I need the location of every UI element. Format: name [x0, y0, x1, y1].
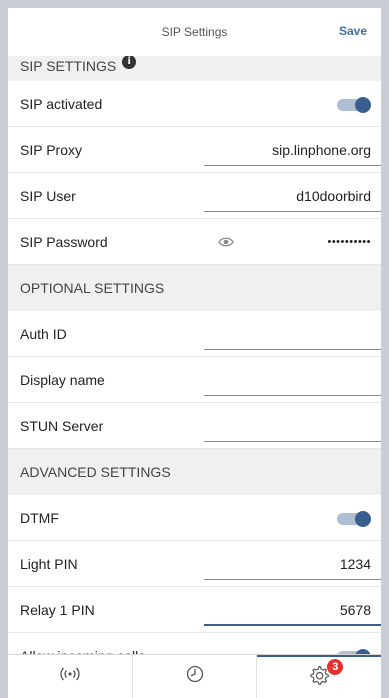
sip-proxy-input[interactable]: sip.linphone.org — [272, 142, 371, 158]
clock-icon — [185, 664, 205, 689]
page-title: SIP Settings — [161, 25, 228, 39]
row-relay-pin: Relay 1 PIN 5678 — [8, 587, 381, 633]
row-label: DTMF — [20, 509, 59, 526]
section-title: ADVANCED SETTINGS — [20, 464, 171, 480]
row-dtmf: DTMF — [8, 495, 381, 541]
dtmf-toggle[interactable] — [337, 511, 371, 527]
input-underline — [204, 395, 381, 396]
row-light-pin: Light PIN 1234 — [8, 541, 381, 587]
broadcast-icon — [59, 665, 81, 688]
row-stun-server: STUN Server — [8, 403, 381, 449]
row-label: SIP activated — [20, 95, 103, 112]
info-icon[interactable]: i — [122, 54, 137, 69]
row-sip-activated: SIP activated — [8, 81, 381, 127]
app-frame: SIP Settings Save SIP SETTINGS i SIP act… — [8, 8, 381, 698]
row-label: STUN Server — [20, 417, 104, 434]
row-label: Auth ID — [20, 325, 67, 342]
save-button[interactable]: Save — [339, 24, 367, 38]
sip-activated-toggle[interactable] — [337, 97, 371, 113]
row-label: SIP Proxy — [20, 141, 82, 158]
section-title: SIP SETTINGS — [20, 57, 117, 74]
input-underline — [204, 349, 381, 350]
row-display-name: Display name — [8, 357, 381, 403]
section-advanced-settings: ADVANCED SETTINGS — [8, 449, 381, 495]
row-label: Relay 1 PIN — [20, 601, 95, 618]
toggle-knob — [355, 97, 371, 113]
row-label: SIP Password — [20, 233, 108, 250]
row-label: Display name — [20, 371, 105, 388]
section-optional-settings: OPTIONAL SETTINGS — [8, 265, 381, 311]
row-sip-proxy: SIP Proxy sip.linphone.org — [8, 127, 381, 173]
row-sip-password: SIP Password •••••••••• — [8, 219, 381, 265]
tab-history[interactable] — [133, 655, 258, 698]
toggle-knob — [355, 511, 371, 527]
sip-user-input[interactable]: d10doorbird — [296, 188, 371, 204]
notification-badge: 3 — [327, 659, 344, 675]
eye-icon[interactable] — [218, 234, 234, 250]
row-sip-user: SIP User d10doorbird — [8, 173, 381, 219]
top-bar: SIP Settings Save — [8, 8, 381, 56]
section-title: OPTIONAL SETTINGS — [20, 280, 165, 296]
tab-live[interactable] — [8, 655, 133, 698]
input-underline — [204, 579, 381, 580]
sip-password-input[interactable]: •••••••••• — [327, 236, 371, 248]
tab-settings[interactable]: 3 — [257, 655, 381, 698]
input-underline — [204, 165, 381, 166]
input-underline — [204, 211, 381, 212]
input-underline-focused — [204, 624, 381, 626]
row-label: SIP User — [20, 187, 76, 204]
input-underline — [204, 441, 381, 442]
light-pin-input[interactable]: 1234 — [340, 556, 371, 572]
row-auth-id: Auth ID — [8, 311, 381, 357]
bottom-tab-bar: 3 — [8, 654, 381, 698]
relay-pin-input[interactable]: 5678 — [340, 602, 371, 618]
row-label: Light PIN — [20, 555, 78, 572]
